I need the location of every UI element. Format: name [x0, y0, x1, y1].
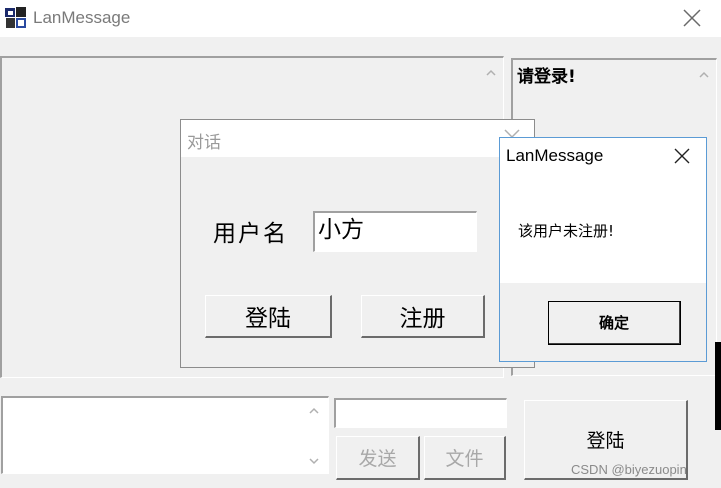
- message-box: LanMessage 该用户未注册! 确定: [499, 137, 707, 362]
- username-label: 用户名: [213, 221, 288, 247]
- close-icon[interactable]: [672, 146, 692, 166]
- app-logo-icon: [5, 7, 26, 28]
- scroll-up-icon[interactable]: [697, 68, 711, 82]
- login-dialog-title: 对话: [187, 133, 221, 153]
- window-edge: [715, 342, 721, 430]
- scroll-up-icon[interactable]: [307, 404, 321, 418]
- scroll-up-icon[interactable]: [484, 66, 498, 80]
- close-icon[interactable]: [680, 6, 704, 30]
- scroll-down-icon[interactable]: [307, 454, 321, 468]
- send-button[interactable]: 发送: [336, 436, 420, 480]
- message-input[interactable]: [1, 396, 329, 474]
- register-button[interactable]: 注册: [361, 295, 485, 338]
- main-titlebar: LanMessage: [0, 0, 721, 37]
- message-box-text: 该用户未注册!: [518, 222, 615, 240]
- file-button[interactable]: 文件: [424, 436, 506, 480]
- login-dialog: 对话 用户名 小方 登陆 注册: [180, 119, 535, 368]
- app-title: LanMessage: [33, 8, 131, 27]
- ok-button[interactable]: 确定: [548, 301, 681, 345]
- target-input[interactable]: [334, 398, 507, 428]
- login-dialog-titlebar: 对话: [181, 120, 534, 157]
- username-input[interactable]: 小方: [313, 211, 477, 252]
- user-list-status-text: 请登录!: [517, 67, 576, 87]
- login-button[interactable]: 登陆: [205, 295, 332, 338]
- message-box-title: LanMessage: [506, 146, 604, 165]
- message-box-titlebar: LanMessage: [500, 138, 706, 174]
- watermark: CSDN @biyezuopin: [571, 462, 687, 477]
